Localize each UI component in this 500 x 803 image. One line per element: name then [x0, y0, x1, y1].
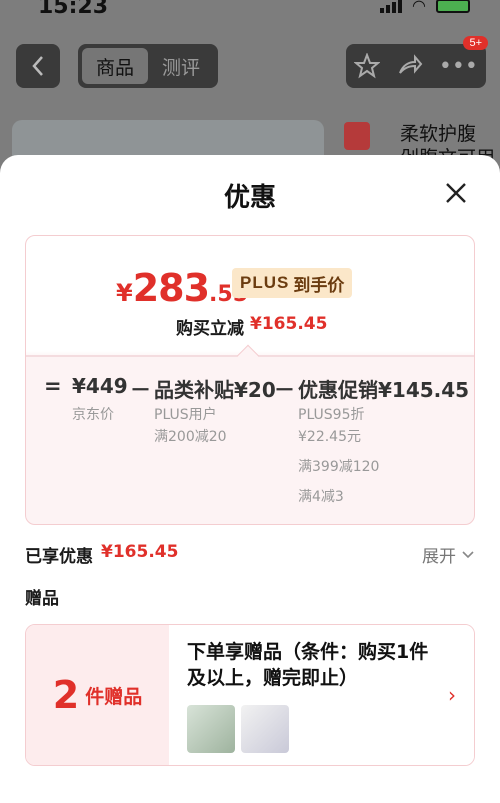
status-time: 15:23 — [38, 0, 109, 19]
subsidy-details: PLUS用户 满200减20 — [154, 404, 227, 448]
chevron-down-icon — [462, 550, 474, 558]
discount-sheet: 优惠 ¥ 283 .55 PLUS 到手价 购买立减 ¥165.45 = ¥44… — [0, 155, 500, 803]
promo-details: PLUS95折 ¥22.45元 满399减120 满4减3 — [298, 404, 379, 508]
top-nav: 商品 测评 ••• 5+ — [0, 36, 500, 90]
enjoyed-discount: 已享优惠 ¥165.45 — [25, 542, 178, 567]
instant-discount: 购买立减 ¥165.45 — [176, 314, 327, 339]
promo-line: ¥22.45元 — [298, 429, 361, 445]
status-bar: 15:23 ◠ — [0, 0, 500, 19]
plus-label: PLUS — [240, 273, 290, 292]
minus-sign-1: － — [130, 378, 151, 402]
enjoyed-label: 已享优惠 — [25, 547, 93, 567]
nav-actions: ••• 5+ — [346, 36, 488, 88]
star-icon[interactable] — [354, 53, 381, 79]
more-icon[interactable]: ••• — [439, 54, 478, 79]
chevron-left-icon — [32, 56, 43, 76]
sheet-title: 优惠 — [223, 183, 276, 213]
tab-review[interactable]: 测评 — [148, 48, 214, 84]
gift-info: 下单享赠品（条件：购买1件及以上，赠完即止） › — [169, 625, 474, 765]
notification-badge: 5+ — [463, 36, 488, 50]
battery-icon — [436, 0, 470, 13]
price-integer: 283 — [132, 266, 210, 310]
discount-label: 购买立减 — [176, 319, 244, 339]
category-subsidy: 品类补贴¥20 — [154, 378, 276, 402]
price-breakdown-card: ¥ 283 .55 PLUS 到手价 购买立减 ¥165.45 = ¥449 京… — [25, 235, 475, 525]
promo-discount: 优惠促销¥145.45 — [298, 378, 470, 402]
promo-line: 满4减3 — [298, 489, 344, 505]
nav-tabs: 商品 测评 — [78, 44, 218, 88]
expand-button[interactable]: 展开 — [422, 542, 474, 567]
subsidy-line: PLUS用户 — [154, 407, 217, 423]
discount-amount: ¥165.45 — [250, 314, 328, 334]
gift-count-panel: 2 件赠品 — [26, 625, 169, 765]
status-icons: ◠ — [380, 0, 470, 15]
promo-line: PLUS95折 — [298, 407, 365, 423]
brand-logo — [344, 122, 370, 150]
product-image — [12, 120, 324, 160]
gifts-section-title: 赠品 — [25, 589, 59, 609]
gift-thumbnail[interactable] — [187, 705, 235, 753]
base-price: ¥449 — [72, 374, 128, 398]
gift-card[interactable]: 2 件赠品 下单享赠品（条件：购买1件及以上，赠完即止） › — [25, 624, 475, 766]
subsidy-line: 满200减20 — [154, 429, 227, 445]
product-title-line1: 柔软护腹 — [400, 123, 477, 145]
gift-thumbnail[interactable] — [241, 705, 289, 753]
chevron-right-icon: › — [448, 683, 456, 707]
plus-price-tag: PLUS 到手价 — [232, 268, 353, 298]
tab-product[interactable]: 商品 — [82, 48, 148, 84]
expand-label: 展开 — [422, 547, 456, 567]
back-button[interactable] — [16, 44, 60, 88]
share-icon[interactable] — [397, 53, 423, 79]
minus-sign-2: － — [274, 378, 295, 402]
plus-suffix: 到手价 — [293, 275, 345, 296]
enjoyed-amount: ¥165.45 — [101, 542, 179, 562]
close-icon[interactable] — [442, 179, 470, 207]
base-price-label: 京东价 — [72, 407, 114, 423]
signal-icon — [380, 0, 403, 13]
equals-sign: = — [44, 374, 62, 398]
caret-pointer — [236, 344, 260, 368]
price-symbol: ¥ — [116, 279, 133, 307]
gift-count-label: 件赠品 — [85, 685, 143, 708]
gift-description: 下单享赠品（条件：购买1件及以上，赠完即止） — [187, 641, 429, 689]
promo-line: 满399减120 — [298, 459, 380, 475]
wifi-icon: ◠ — [412, 0, 426, 15]
final-price: ¥ 283 .55 — [116, 266, 248, 310]
gift-count: 2 — [52, 673, 80, 717]
